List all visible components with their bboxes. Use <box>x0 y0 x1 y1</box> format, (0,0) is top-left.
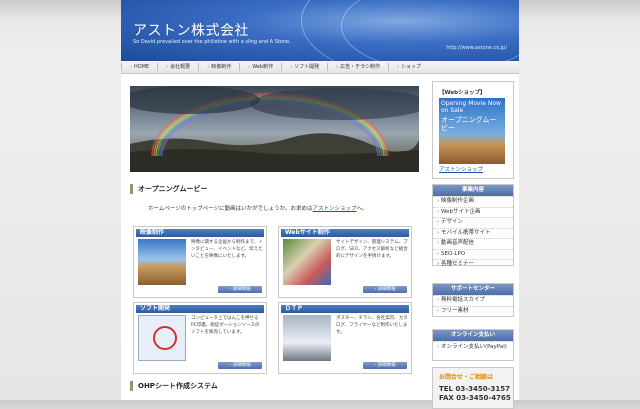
details-button[interactable]: › 詳細情報 <box>363 362 407 369</box>
nav-item-ads[interactable]: › 広告・チラシ制作 <box>327 63 388 71</box>
hero-rainbow-image <box>130 86 419 172</box>
nav-item-home[interactable]: › HOME <box>121 63 157 71</box>
card-description: コンピュータ上ではんこを押せるPC印鑑、販促ボーションソースのソフトを販売してい… <box>191 316 260 335</box>
aston-shop-link[interactable]: アストンショップ <box>439 165 483 173</box>
nav-item-shop[interactable]: › ショップ <box>388 63 429 71</box>
service-link[interactable]: 動画音声配信 <box>433 238 513 249</box>
nav-item-web[interactable]: › Web制作 <box>239 63 281 71</box>
card-title: ＤＴＰ <box>281 305 409 313</box>
nav-arrow-icon: › <box>336 64 339 70</box>
site-title[interactable]: アストン株式会社 <box>133 20 249 40</box>
nav-item-company[interactable]: › 会社概要 <box>157 63 198 71</box>
payment-heading: オンライン支払い <box>433 330 513 341</box>
card-image-stamp-software <box>138 315 186 361</box>
payment-box: オンライン支払い オンライン支払い(PayPal) <box>432 329 514 361</box>
nav-arrow-icon: › <box>207 64 210 70</box>
stamp-icon <box>153 326 177 350</box>
nav-label: ショップ <box>401 64 422 70</box>
intro-body: ホームページのトップページに動画はいかがでしょうか。お求めは <box>148 206 313 212</box>
service-link[interactable]: 各種セミナー <box>433 259 513 270</box>
card-description: 映像に関する企画から制作まで、インタビュー、イベントなど、伝えたいことを映像にい… <box>191 240 263 259</box>
card-description: ポスター、チラシ、会社案内、カタログ、フライヤーなど制作いたします。 <box>336 316 408 335</box>
card-title: 映像制作 <box>136 229 264 237</box>
service-link[interactable]: デザイン <box>433 217 513 228</box>
payment-link[interactable]: オンライン支払い(PayPal) <box>433 341 513 351</box>
nav-label: 広告・チラシ制作 <box>340 64 381 70</box>
nav-arrow-icon: › <box>248 64 251 70</box>
card-description: サイトデザイン、管理システム、ブログ、SEO、アクセス解析など総合的にデザインを… <box>336 240 408 259</box>
section-heading-ohp: OHPシート作成システム <box>130 381 427 391</box>
web-shop-box: 【Webショップ】 Opening Movie Now on Sale オープニ… <box>432 81 514 179</box>
nav-item-video[interactable]: › 映像制作 <box>198 63 239 71</box>
support-list: 無料電話スカイプ フリー素材 <box>433 295 513 316</box>
nav-arrow-icon: › <box>397 64 400 70</box>
nav-arrow-icon: › <box>130 64 132 70</box>
services-list: 映像制作企画 Webサイト企画 デザイン モバイル携帯サイト 動画音声配信 SE… <box>433 196 513 270</box>
site-header: アストン株式会社 So David prevailed over the phi… <box>121 0 519 61</box>
intro-suffix: へ。 <box>356 206 368 212</box>
details-button[interactable]: › 詳細情報 <box>218 286 262 293</box>
shop-link[interactable]: アストンショップ <box>313 206 357 212</box>
site-url: http://www.astone.co.jp/ <box>446 45 507 51</box>
service-card-video: 映像制作 映像に関する企画から制作まで、インタビュー、イベントなど、伝えたいこと… <box>133 226 267 298</box>
card-title: ソフト開発 <box>136 305 264 313</box>
page-container: アストン株式会社 So David prevailed over the phi… <box>121 0 519 409</box>
service-link[interactable]: Webサイト企画 <box>433 206 513 218</box>
site-tagline: So David prevailed over the philistine w… <box>133 39 291 45</box>
section-heading-opening-movie: オープニングムービー <box>130 184 427 194</box>
intro-text: ホームページのトップページに動画はいかがでしょうか。お求めはアストンショップへ。 <box>148 204 368 212</box>
nav-label: 会社概要 <box>170 64 191 70</box>
service-card-web: Webサイト制作 サイトデザイン、管理システム、ブログ、SEO、アクセス解析など… <box>278 226 412 298</box>
card-image-castle <box>138 239 186 285</box>
web-shop-title: 【Webショップ】 <box>439 90 486 96</box>
service-card-software: ソフト開発 コンピュータ上ではんこを押せるPC印鑑、販促ボーションソースのソフト… <box>133 302 267 374</box>
contact-heading: お問合せ・ご相談は <box>439 374 494 381</box>
service-link[interactable]: SEO-LPO <box>433 248 513 260</box>
nav-label: Web制作 <box>252 64 274 70</box>
details-button[interactable]: › 詳細情報 <box>218 362 262 369</box>
nav-item-software[interactable]: › ソフト開発 <box>281 63 327 71</box>
support-link[interactable]: フリー素材 <box>433 305 513 317</box>
nav-arrow-icon: › <box>166 64 169 70</box>
banner-japanese: オープニングムービー <box>441 116 497 132</box>
card-title: Webサイト制作 <box>281 229 409 237</box>
card-image-website-collage <box>283 239 331 285</box>
support-box: サポートセンター 無料電話スカイプ フリー素材 <box>432 283 514 317</box>
contact-tel: TEL 03-3450-3157 <box>439 385 510 393</box>
contact-box: お問合せ・ご相談は TEL 03-3450-3157 FAX 03-3450-4… <box>432 367 514 409</box>
nav-label: ソフト開発 <box>294 64 320 70</box>
nav-arrow-icon: › <box>290 64 293 70</box>
nav-label: 映像制作 <box>211 64 232 70</box>
details-button[interactable]: › 詳細情報 <box>363 286 407 293</box>
main-navigation: › HOME › 会社概要 › 映像制作 › Web制作 › ソフト開発 › 広告・チラシ制… <box>121 61 519 74</box>
services-box: 事業内容 映像制作企画 Webサイト企画 デザイン モバイル携帯サイト 動画音声… <box>432 184 514 267</box>
service-link[interactable]: モバイル携帯サイト <box>433 227 513 239</box>
service-link[interactable]: 映像制作企画 <box>433 196 513 207</box>
services-heading: 事業内容 <box>433 185 513 196</box>
header-swirl-decoration <box>341 0 519 61</box>
payment-list: オンライン支払い(PayPal) <box>433 341 513 351</box>
card-image-brochure <box>283 315 331 361</box>
contact-fax: FAX 03-3450-4765 <box>439 394 511 402</box>
support-link[interactable]: 無料電話スカイプ <box>433 295 513 306</box>
rainbow-landscape-illustration <box>130 86 419 172</box>
banner-english: Opening Movie Now on Sale <box>441 100 501 114</box>
opening-movie-banner[interactable]: Opening Movie Now on Sale オープニングムービー <box>439 98 505 164</box>
support-heading: サポートセンター <box>433 284 513 295</box>
service-card-dtp: ＤＴＰ ポスター、チラシ、会社案内、カタログ、フライヤーなど制作いたします。 ›… <box>278 302 412 374</box>
nav-label: HOME <box>134 64 150 70</box>
